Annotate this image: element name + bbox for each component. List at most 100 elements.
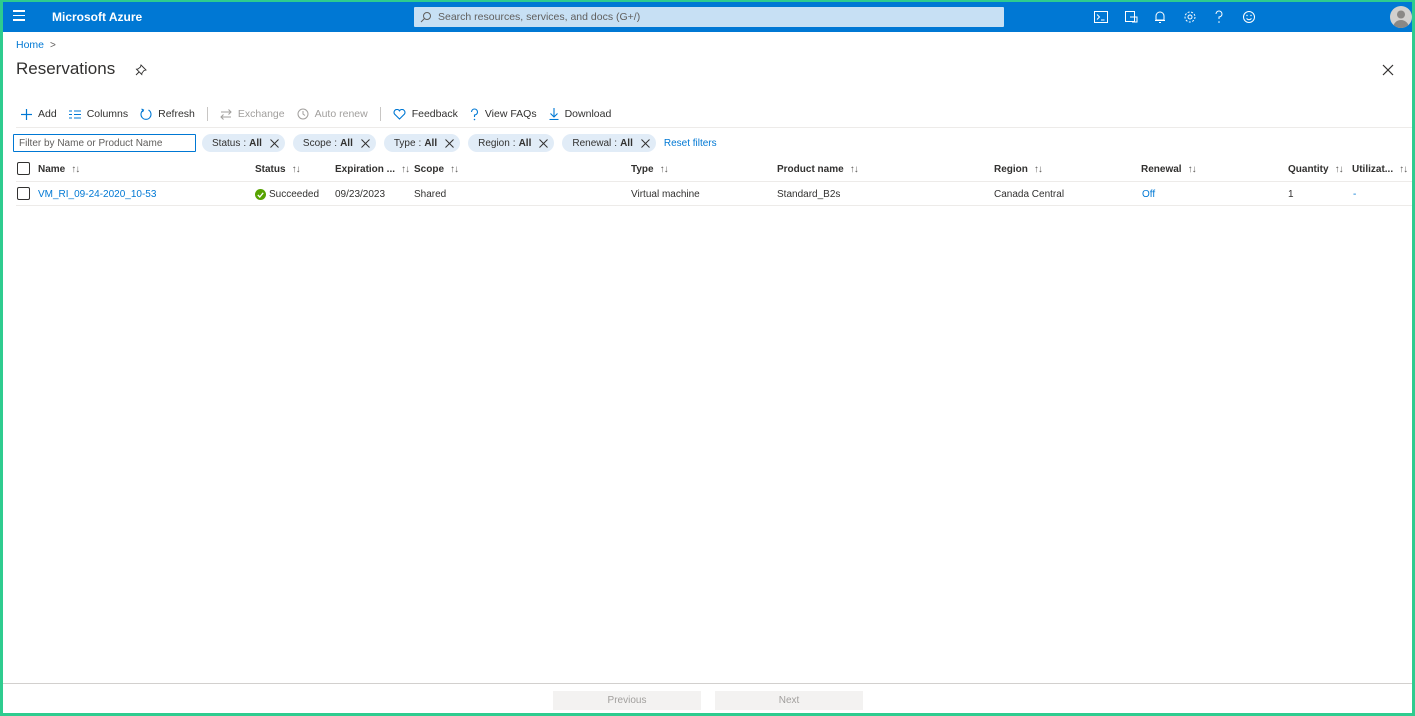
column-header-utilization[interactable]: Utilizat... ↑↓ <box>1352 164 1408 175</box>
auto-renew-label: Auto renew <box>314 108 368 120</box>
reset-filters-link[interactable]: Reset filters <box>664 138 717 149</box>
sort-icon: ↑↓ <box>659 164 669 175</box>
filter-input[interactable] <box>13 134 196 152</box>
column-header-status[interactable]: Status ↑↓ <box>255 164 301 175</box>
column-label: Status <box>255 164 286 175</box>
pill-label: Type <box>393 137 416 149</box>
status-cell: Succeeded <box>255 189 319 200</box>
close-icon[interactable] <box>539 138 549 148</box>
sort-icon: ↑↓ <box>450 164 459 175</box>
refresh-icon <box>140 108 152 120</box>
filter-pill-type[interactable]: Type: All <box>383 134 461 152</box>
pill-separator: : <box>614 137 618 149</box>
column-header-scope[interactable]: Scope ↑↓ <box>414 164 459 175</box>
utilization-cell: - <box>1353 189 1357 200</box>
previous-button[interactable]: Previous <box>553 691 701 710</box>
download-icon <box>549 108 559 120</box>
exchange-label: Exchange <box>237 108 285 120</box>
search-input[interactable] <box>438 11 998 23</box>
top-bar: Microsoft Azure <box>3 2 1412 32</box>
column-label: Utilizat... <box>1352 164 1394 175</box>
clock-icon <box>297 108 309 120</box>
column-header-region[interactable]: Region ↑↓ <box>994 164 1043 175</box>
sort-icon: ↑↓ <box>1033 164 1043 175</box>
download-button[interactable]: Download <box>549 108 611 120</box>
command-bar: Add Columns Refresh Exchange Auto renew … <box>21 104 623 124</box>
columns-button[interactable]: Columns <box>68 108 129 120</box>
column-header-product[interactable]: Product name ↑↓ <box>777 164 859 175</box>
column-header-type[interactable]: Type ↑↓ <box>631 164 669 175</box>
cloud-shell-icon[interactable] <box>1092 8 1110 26</box>
quantity-cell: 1 <box>1288 189 1294 200</box>
pill-label: Region <box>478 137 510 149</box>
settings-gear-icon[interactable] <box>1181 8 1199 26</box>
pill-label: Status <box>212 137 241 149</box>
expiration-cell: 09/23/2023 <box>335 189 386 200</box>
pin-icon[interactable] <box>135 64 147 76</box>
search-icon <box>420 12 431 23</box>
column-header-quantity[interactable]: Quantity ↑↓ <box>1288 164 1344 175</box>
directory-filter-icon[interactable] <box>1122 8 1140 26</box>
pill-label: Renewal <box>572 137 612 149</box>
sort-icon: ↑↓ <box>1187 164 1197 175</box>
chevron-right-icon: > <box>50 39 56 51</box>
filter-pill-status[interactable]: Status: All <box>202 134 285 152</box>
type-cell: Virtual machine <box>631 189 700 200</box>
heart-icon <box>393 108 406 120</box>
footer-divider <box>3 683 1412 684</box>
renewal-link[interactable]: Off <box>1142 189 1155 200</box>
notifications-icon[interactable] <box>1151 8 1169 26</box>
success-check-icon <box>255 189 266 200</box>
close-icon[interactable] <box>1382 64 1394 76</box>
sort-icon: ↑↓ <box>849 164 859 175</box>
filter-pill-scope[interactable]: Scope: All <box>292 134 376 152</box>
pill-value: All <box>249 137 262 149</box>
refresh-label: Refresh <box>158 108 195 120</box>
feedback-smiley-icon[interactable] <box>1240 8 1258 26</box>
region-cell: Canada Central <box>994 189 1065 200</box>
sort-icon: ↑↓ <box>291 164 301 175</box>
plus-icon <box>21 108 32 120</box>
question-icon <box>470 107 478 120</box>
column-label: Quantity <box>1288 164 1329 175</box>
filter-pill-region[interactable]: Region: All <box>468 134 555 152</box>
column-label: Renewal <box>1141 164 1182 175</box>
column-header-expiration[interactable]: Expiration ... ↑↓ <box>335 164 410 175</box>
filter-pill-renewal[interactable]: Renewal: All <box>562 134 656 152</box>
row-checkbox[interactable] <box>17 187 30 200</box>
page-title: Reservations <box>16 59 116 78</box>
help-icon[interactable] <box>1210 8 1228 26</box>
app-frame: Microsoft Azure Search resources, servic… <box>0 0 1415 716</box>
sort-icon: ↑↓ <box>1399 164 1408 175</box>
close-icon[interactable] <box>360 138 370 148</box>
reservation-name-link[interactable]: VM_RI_09-24-2020_10-53 <box>38 189 156 200</box>
add-button[interactable]: Add <box>21 108 57 120</box>
brand-title[interactable]: Microsoft Azure <box>52 10 142 24</box>
auto-renew-button[interactable]: Auto renew <box>297 108 368 120</box>
feedback-button[interactable]: Feedback <box>393 108 458 120</box>
close-icon[interactable] <box>445 138 454 148</box>
refresh-button[interactable]: Refresh <box>140 108 195 120</box>
close-icon[interactable] <box>270 138 279 148</box>
table-row[interactable]: VM_RI_09-24-2020_10-53 Succeeded 09/23/2… <box>16 183 1412 206</box>
breadcrumb-home[interactable]: Home <box>16 39 44 51</box>
column-label: Name <box>38 164 66 175</box>
select-all-checkbox[interactable] <box>17 162 30 175</box>
view-faqs-button[interactable]: View FAQs <box>470 107 537 121</box>
pill-separator: : <box>243 137 247 149</box>
column-header-renewal[interactable]: Renewal ↑↓ <box>1141 164 1197 175</box>
user-icon <box>1393 10 1409 28</box>
columns-label: Columns <box>86 108 129 120</box>
global-search[interactable] <box>414 7 1004 27</box>
next-button[interactable]: Next <box>715 691 863 710</box>
column-label: Region <box>994 164 1028 175</box>
menu-icon[interactable] <box>13 10 25 24</box>
user-avatar[interactable] <box>1390 6 1412 28</box>
pill-value: All <box>620 137 633 149</box>
sort-icon: ↑↓ <box>71 164 80 175</box>
column-header-name[interactable]: Name ↑↓ <box>38 164 80 175</box>
status-text: Succeeded <box>269 189 320 200</box>
pill-separator: : <box>418 137 422 149</box>
exchange-button[interactable]: Exchange <box>220 108 285 120</box>
close-icon[interactable] <box>640 138 650 148</box>
